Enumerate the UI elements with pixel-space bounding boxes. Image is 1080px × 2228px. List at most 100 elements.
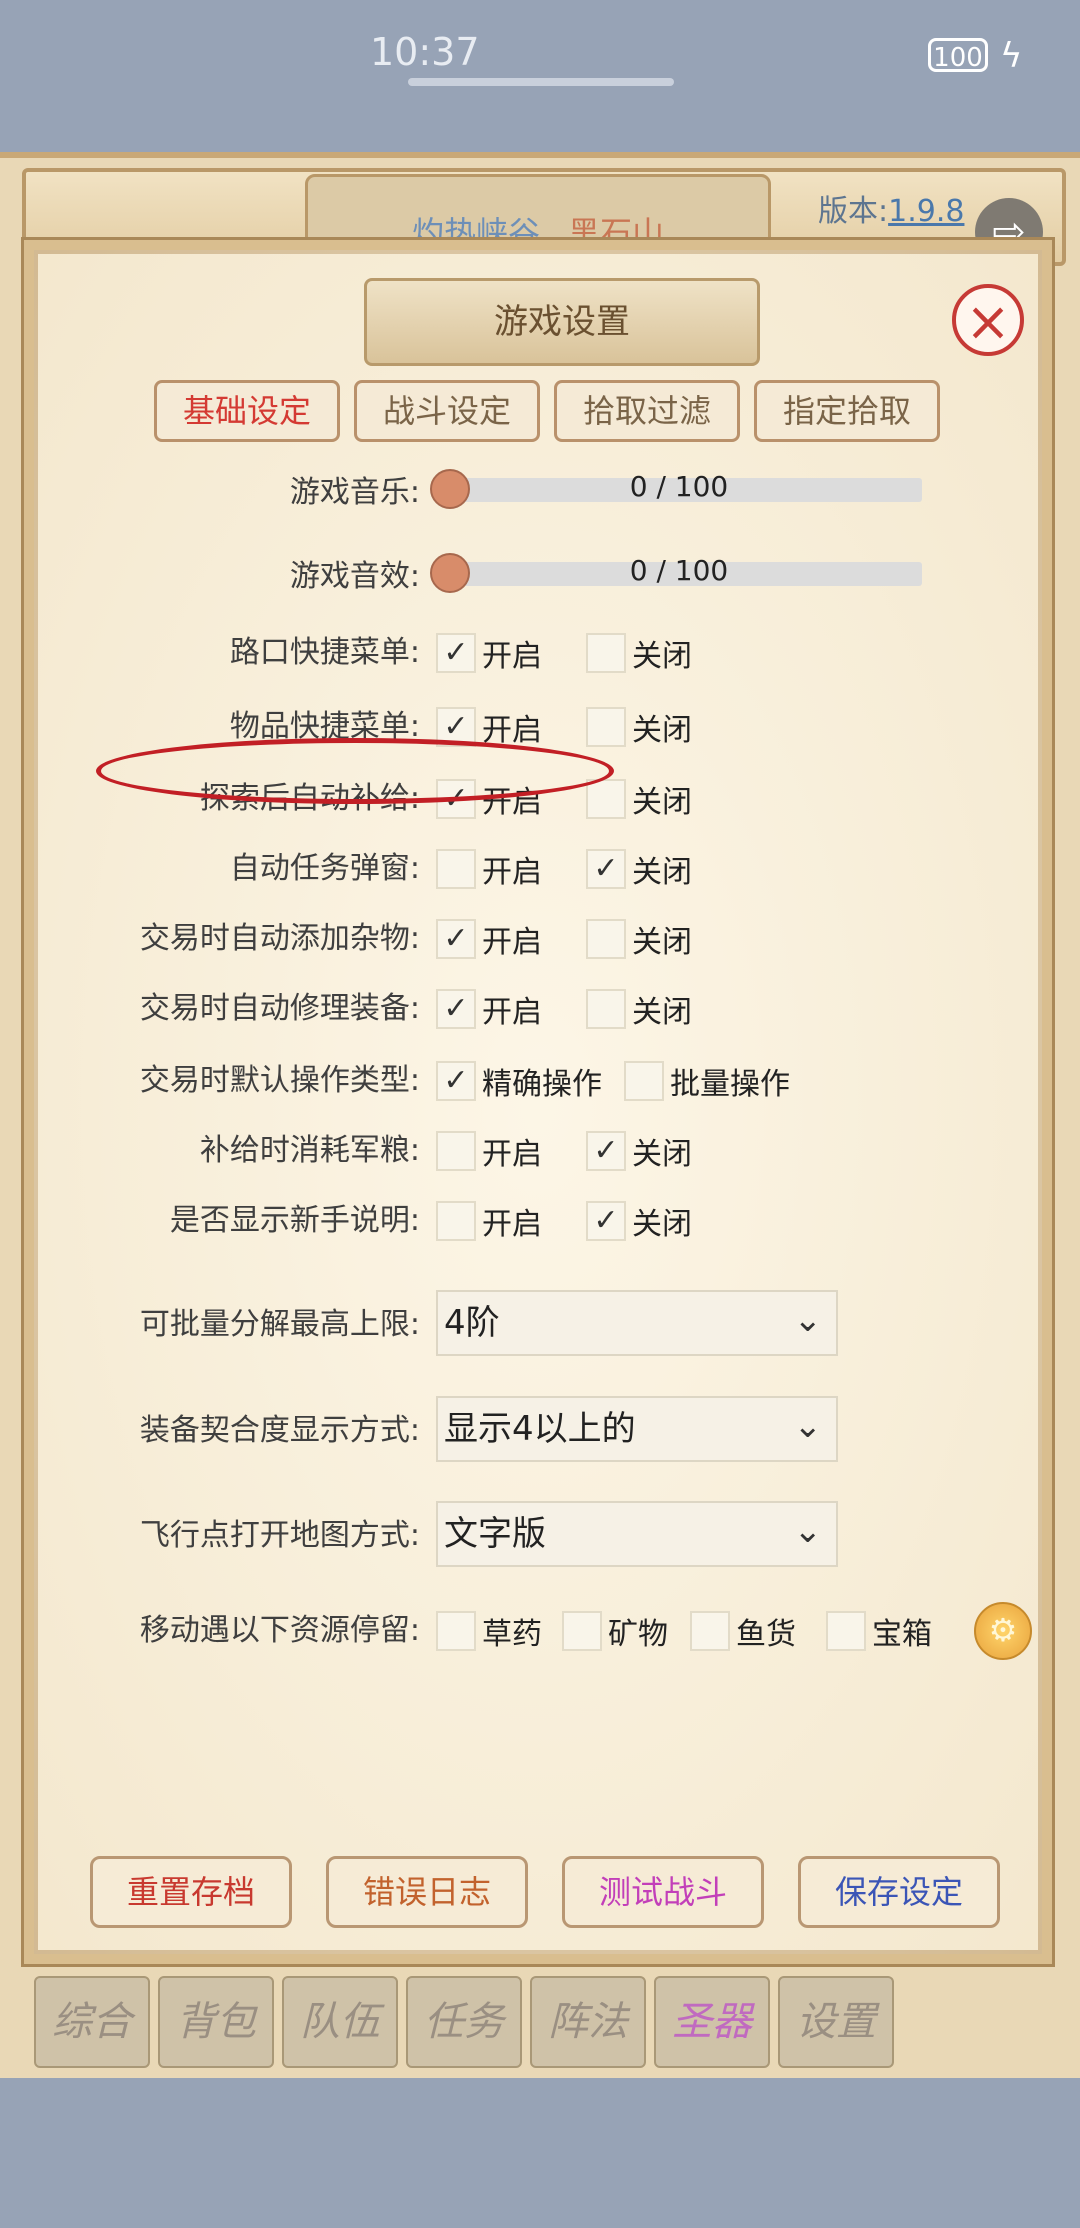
check-icon[interactable]: ✓ (436, 989, 476, 1029)
subtab-battle[interactable]: 战斗设定 (354, 380, 540, 442)
checkbox[interactable] (436, 849, 476, 889)
toggle-off-option[interactable]: 关闭 (586, 632, 692, 674)
toggle-off-option[interactable]: 关闭 (586, 778, 692, 820)
toggle-off-option[interactable]: ✓ 关闭 (586, 848, 692, 890)
toggle-row: 交易时默认操作类型: ✓ 精确操作 批量操作 (34, 1056, 1042, 1106)
error-log-button[interactable]: 错误日志 (326, 1856, 528, 1928)
sfx-value: 0 / 100 (629, 554, 729, 587)
resource-herb-label: 草药 (482, 1617, 542, 1652)
check-icon[interactable]: ✓ (586, 1131, 626, 1171)
toggle-label: 交易时自动添加杂物: (139, 921, 420, 956)
checkbox[interactable] (586, 633, 626, 673)
checkbox[interactable] (586, 779, 626, 819)
checkbox[interactable] (586, 989, 626, 1029)
subtab-designated-pickup[interactable]: 指定拾取 (754, 380, 940, 442)
toggle-off-option[interactable]: ✓ 关闭 (586, 1130, 692, 1172)
resource-stop-setting: 移动遇以下资源停留: 草药 矿物 鱼货 宝箱 ⚙ (34, 1602, 1042, 1660)
toggle-on-option[interactable]: ✓ 开启 (436, 918, 542, 960)
toggle-on-label: 开启 (482, 1207, 542, 1242)
test-battle-button[interactable]: 测试战斗 (562, 1856, 764, 1928)
decompose-limit-setting: 可批量分解最高上限: 4阶 ⌄ (34, 1290, 1042, 1356)
gesture-bar (408, 78, 674, 86)
music-setting: 游戏音乐: 0 / 100 (34, 468, 1042, 518)
toggle-on-option[interactable]: ✓ 开启 (436, 632, 542, 674)
subtab-basic[interactable]: 基础设定 (154, 380, 340, 442)
toggle-off-label: 关闭 (632, 925, 692, 960)
sfx-slider-knob[interactable] (430, 553, 470, 593)
music-slider-knob[interactable] (430, 469, 470, 509)
action-buttons: 重置存档 错误日志 测试战斗 保存设定 (90, 1856, 1000, 1928)
toggle-off-label: 关闭 (632, 713, 692, 748)
status-bar: 10:37 100 ϟ (0, 0, 1080, 150)
toggle-row: 自动任务弹窗: 开启 ✓ 关闭 (34, 844, 1042, 894)
subtab-pickup-filter[interactable]: 拾取过滤 (554, 380, 740, 442)
fit-display-select[interactable]: 显示4以上的 ⌄ (436, 1396, 838, 1462)
flight-map-label: 飞行点打开地图方式: (139, 1518, 420, 1553)
check-icon[interactable]: ✓ (586, 1201, 626, 1241)
toggle-on-label: 开启 (482, 1137, 542, 1172)
toggle-off-option[interactable]: 关闭 (586, 988, 692, 1030)
version-number[interactable]: 1.9.8 (888, 194, 964, 229)
check-icon[interactable]: ✓ (436, 1061, 476, 1101)
dialog-title: 游戏设置 (364, 278, 760, 366)
toggle-off-option[interactable]: ✓ 关闭 (586, 1200, 692, 1242)
flight-map-value: 文字版 (444, 1514, 546, 1554)
check-icon[interactable]: ✓ (586, 849, 626, 889)
decompose-limit-value: 4阶 (444, 1303, 500, 1343)
checkbox[interactable] (436, 1611, 476, 1651)
decompose-limit-select[interactable]: 4阶 ⌄ (436, 1290, 838, 1356)
close-icon[interactable]: × (952, 284, 1024, 356)
checkbox[interactable] (586, 707, 626, 747)
toggle-label: 交易时默认操作类型: (139, 1063, 420, 1098)
checkbox[interactable] (436, 1201, 476, 1241)
check-icon[interactable]: ✓ (436, 633, 476, 673)
resource-fish[interactable]: 鱼货 (690, 1610, 796, 1652)
toggle-on-option[interactable]: 开启 (436, 848, 542, 890)
toggle-on-option[interactable]: 开启 (436, 1130, 542, 1172)
version-prefix: 版本: (818, 194, 889, 229)
music-label: 游戏音乐: (289, 475, 420, 510)
resource-chest[interactable]: 宝箱 (826, 1610, 932, 1652)
resource-ore[interactable]: 矿物 (562, 1610, 668, 1652)
check-icon[interactable]: ✓ (436, 919, 476, 959)
toggle-off-option[interactable]: 关闭 (586, 918, 692, 960)
toggle-off-option[interactable]: 关闭 (586, 706, 692, 748)
bottom-tab-active[interactable]: 圣器 (654, 1976, 770, 2068)
decompose-limit-label: 可批量分解最高上限: (139, 1307, 420, 1342)
toggle-off-option[interactable]: 批量操作 (624, 1060, 790, 1102)
bottom-tab[interactable]: 设置 (778, 1976, 894, 2068)
toggle-label: 补给时消耗军粮: (199, 1133, 420, 1168)
battery-indicator: 100 (928, 38, 988, 73)
toggle-row: 是否显示新手说明: 开启 ✓ 关闭 (34, 1196, 1042, 1246)
toggle-off-label: 关闭 (632, 995, 692, 1030)
bottom-tab[interactable]: 综合 (34, 1976, 150, 2068)
toggle-off-label: 关闭 (632, 639, 692, 674)
bottom-tab[interactable]: 背包 (158, 1976, 274, 2068)
checkbox[interactable] (690, 1611, 730, 1651)
sfx-slider[interactable]: 0 / 100 (430, 553, 922, 593)
toggle-label: 自动任务弹窗: (229, 851, 420, 886)
checkbox[interactable] (826, 1611, 866, 1651)
checkbox[interactable] (624, 1061, 664, 1101)
checkbox[interactable] (562, 1611, 602, 1651)
music-slider[interactable]: 0 / 100 (430, 469, 922, 509)
music-value: 0 / 100 (629, 470, 729, 503)
bottom-tab[interactable]: 队伍 (282, 1976, 398, 2068)
toggle-on-label: 开启 (482, 925, 542, 960)
toggle-on-option[interactable]: ✓ 开启 (436, 988, 542, 1030)
version-label[interactable]: 版本:1.9.8 (818, 186, 964, 230)
save-settings-button[interactable]: 保存设定 (798, 1856, 1000, 1928)
toggle-off-label: 关闭 (632, 1137, 692, 1172)
checkbox[interactable] (436, 1131, 476, 1171)
bottom-tab-bar: 综合 背包 队伍 任务 阵法 圣器 设置 (34, 1976, 1034, 2068)
resource-herb[interactable]: 草药 (436, 1610, 542, 1652)
flight-map-select[interactable]: 文字版 ⌄ (436, 1501, 838, 1567)
toggle-on-option[interactable]: 开启 (436, 1200, 542, 1242)
checkbox[interactable] (586, 919, 626, 959)
bottom-tab[interactable]: 任务 (406, 1976, 522, 2068)
toggle-label: 是否显示新手说明: (169, 1203, 420, 1238)
toggle-on-option[interactable]: ✓ 精确操作 (436, 1060, 602, 1102)
gear-icon[interactable]: ⚙ (974, 1602, 1032, 1660)
bottom-tab[interactable]: 阵法 (530, 1976, 646, 2068)
reset-save-button[interactable]: 重置存档 (90, 1856, 292, 1928)
